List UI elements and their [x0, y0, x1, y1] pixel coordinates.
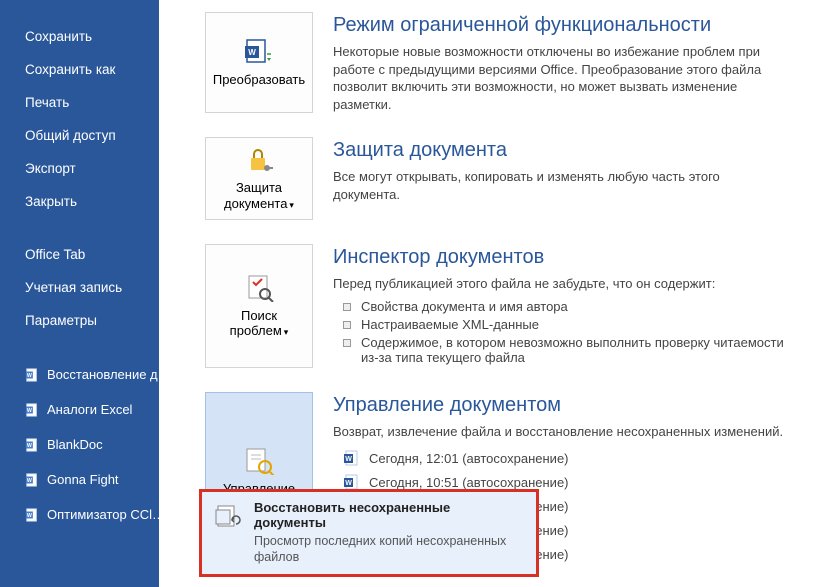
- sidebar-doc-2[interactable]: WBlankDoc: [0, 427, 159, 462]
- version-item-0[interactable]: WСегодня, 12:01 (автосохранение): [333, 446, 789, 470]
- sidebar-item-g2-0[interactable]: Office Tab: [0, 238, 159, 271]
- convert-tile[interactable]: W Преобразовать: [205, 12, 313, 113]
- inspect-desc: Перед публикацией этого файла не забудьт…: [333, 275, 789, 293]
- section-compat: W Преобразовать Режим ограниченной функц…: [205, 12, 789, 113]
- sidebar-doc-1[interactable]: WАналоги Excel: [0, 392, 159, 427]
- manage-icon: [243, 447, 275, 475]
- sidebar-doc-0[interactable]: WВосстановление д…: [0, 357, 159, 392]
- svg-text:W: W: [27, 407, 32, 413]
- sidebar-item-3[interactable]: Общий доступ: [0, 119, 159, 152]
- svg-text:W: W: [27, 442, 32, 448]
- sidebar-item-1[interactable]: Сохранить как: [0, 53, 159, 86]
- protect-title: Защита документа: [333, 139, 789, 162]
- popup-title: Восстановить несохраненные документы: [254, 500, 524, 530]
- svg-text:W: W: [27, 477, 32, 483]
- inspect-icon: [243, 274, 275, 302]
- manage-desc: Возврат, извлечение файла и восстановлен…: [333, 423, 789, 441]
- svg-text:W: W: [345, 456, 352, 463]
- backstage-sidebar: СохранитьСохранить какПечатьОбщий доступ…: [0, 0, 159, 587]
- recover-icon: [214, 502, 242, 530]
- manage-title: Управление документом: [333, 394, 789, 417]
- svg-text:W: W: [27, 372, 32, 378]
- convert-label: Преобразовать: [213, 72, 305, 88]
- section-inspect: Поиск проблем▾ Инспектор документов Пере…: [205, 244, 789, 368]
- inspect-label: Поиск проблем▾: [210, 308, 308, 339]
- word-convert-icon: W: [243, 38, 275, 66]
- inspect-title: Инспектор документов: [333, 246, 789, 269]
- protect-desc: Все могут открывать, копировать и изменя…: [333, 168, 789, 203]
- sidebar-doc-4[interactable]: WОптимизатор CCl…: [0, 497, 159, 532]
- popup-desc: Просмотр последних копий несохраненных ф…: [254, 533, 524, 566]
- section-protect: Защита документа▾ Защита документа Все м…: [205, 137, 789, 220]
- sidebar-item-4[interactable]: Экспорт: [0, 152, 159, 185]
- recover-popup[interactable]: Восстановить несохраненные документы Про…: [199, 489, 539, 577]
- svg-text:W: W: [248, 48, 256, 57]
- sidebar-item-5[interactable]: Закрыть: [0, 185, 159, 218]
- sidebar-item-g2-2[interactable]: Параметры: [0, 304, 159, 337]
- protect-label: Защита документа▾: [210, 180, 308, 211]
- inspect-item-0: Свойства документа и имя автора: [333, 299, 789, 314]
- inspect-item-2: Содержимое, в котором невозможно выполни…: [333, 335, 789, 365]
- lock-icon: [243, 146, 275, 174]
- compat-desc: Некоторые новые возможности отключены во…: [333, 43, 789, 113]
- sidebar-item-g2-1[interactable]: Учетная запись: [0, 271, 159, 304]
- protect-tile[interactable]: Защита документа▾: [205, 137, 313, 220]
- inspect-item-1: Настраиваемые XML-данные: [333, 317, 789, 332]
- svg-text:W: W: [27, 512, 32, 518]
- sidebar-item-2[interactable]: Печать: [0, 86, 159, 119]
- svg-text:W: W: [345, 480, 352, 487]
- compat-title: Режим ограниченной функциональности: [333, 14, 789, 37]
- inspect-tile[interactable]: Поиск проблем▾: [205, 244, 313, 368]
- sidebar-item-0[interactable]: Сохранить: [0, 20, 159, 53]
- sidebar-doc-3[interactable]: WGonna Fight: [0, 462, 159, 497]
